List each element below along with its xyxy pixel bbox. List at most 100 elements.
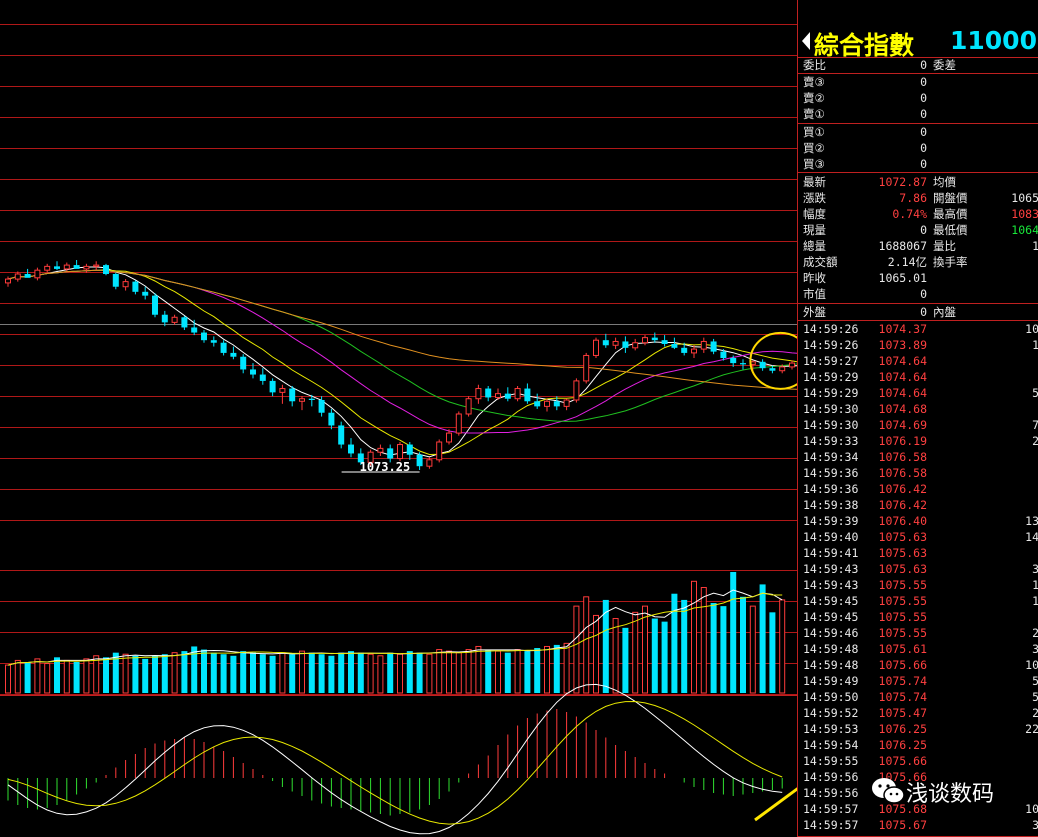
tick-volume: 2 (1032, 626, 1038, 640)
volume-bar (132, 655, 139, 693)
outer-trade-label: 外盤 (803, 305, 826, 319)
tick-volume: 1 (1032, 338, 1038, 352)
tick-row: 14:59:53 1076.25 22 (798, 721, 1038, 737)
volume-bar (348, 651, 354, 693)
volume-bar (210, 652, 217, 693)
candle-body (416, 454, 423, 467)
tick-time: 14:59:29 (803, 386, 859, 400)
ask-label: 賣① (803, 107, 825, 121)
tick-row: 14:59:29 1074.64 (798, 369, 1038, 385)
candle-body (5, 278, 11, 284)
candle-body (759, 361, 766, 369)
tick-price: 1074.69 (878, 418, 927, 432)
tick-volume: 3 (1032, 818, 1038, 832)
volume-bar (152, 655, 158, 693)
tick-volume: 10 (1025, 322, 1038, 336)
volume-bar (534, 648, 541, 693)
bid-row: 買② 0 (798, 140, 1038, 156)
candle-body (642, 337, 648, 344)
tick-row: 14:59:26 1073.89 1 (798, 337, 1038, 353)
tick-price: 1073.89 (878, 338, 927, 352)
candle-body (348, 444, 354, 454)
candle-body (63, 264, 70, 270)
quote-label-2: 最高價 (933, 207, 968, 221)
volume-bar (661, 621, 668, 693)
volume-bar (563, 642, 570, 694)
quote-value: 1072.87 (878, 175, 927, 189)
tick-volume: 1 (1032, 578, 1038, 592)
tick-volume: 7 (1032, 418, 1038, 432)
volume-bar (651, 618, 658, 693)
tick-time: 14:59:52 (803, 706, 859, 720)
volume-bar (416, 652, 423, 693)
bid-value: 0 (920, 141, 927, 155)
tick-time: 14:59:48 (803, 642, 859, 656)
volume-bar (504, 652, 511, 693)
volume-bar (103, 657, 109, 693)
quote-value: 1688067 (878, 239, 927, 253)
candle-body (700, 340, 707, 350)
tick-price: 1074.64 (878, 370, 927, 384)
candle-body (573, 380, 580, 401)
tick-price: 1075.66 (878, 754, 927, 768)
quote-value-2: 1065 (1011, 191, 1038, 205)
volume-bar (299, 650, 305, 694)
candle-body (593, 339, 599, 356)
quote-value: 2.14亿 (887, 255, 927, 269)
back-arrow-icon[interactable] (802, 32, 810, 50)
tick-time: 14:59:45 (803, 594, 859, 608)
candle-body (632, 342, 639, 349)
tick-volume: 5 (1032, 386, 1038, 400)
tick-time: 14:59:30 (803, 418, 859, 432)
tick-price: 1075.55 (878, 626, 927, 640)
wechat-icon (872, 778, 905, 804)
quote-row: 成交額 2.14亿 換手率 (798, 254, 1038, 270)
tick-price: 1076.58 (878, 466, 927, 480)
volume-bar (93, 655, 100, 694)
volume-bar (671, 593, 678, 693)
volume-bar (240, 651, 247, 693)
watermark: 浅谈数码 (870, 774, 1030, 808)
ask-row: 賣② 0 (798, 90, 1038, 106)
quote-value: 1065.01 (878, 271, 927, 285)
tick-price: 1075.63 (878, 562, 927, 576)
quote-value: 0.74% (892, 207, 927, 221)
volume-bar (681, 599, 688, 693)
tick-row: 14:59:43 1075.55 1 (798, 577, 1038, 593)
tick-price: 1075.63 (878, 546, 927, 560)
quote-value-2: 1064 (1011, 223, 1038, 237)
volume-bar (769, 612, 776, 693)
tick-time: 14:59:46 (803, 626, 859, 640)
chart-canvas: 1073.25 (0, 24, 797, 835)
volume-bar (269, 655, 276, 693)
tick-price: 1075.47 (878, 706, 927, 720)
candle-body (387, 448, 394, 459)
quote-label: 成交額 (803, 255, 838, 269)
pointer-arrow-icon (754, 787, 797, 822)
price-chart[interactable]: 1073.25 (0, 0, 797, 837)
candle-body (740, 363, 746, 365)
bid-row: 買① 0 (798, 124, 1038, 140)
volume-bar (406, 651, 413, 693)
quote-row: 現量 0 最低價 1064 (798, 222, 1038, 238)
volume-bar (485, 649, 492, 693)
candle-body (181, 317, 188, 328)
tick-volume: 1 (1032, 594, 1038, 608)
tick-time: 14:59:29 (803, 370, 859, 384)
candle-body (14, 273, 21, 280)
candle-body (661, 340, 668, 344)
tick-time: 14:59:57 (803, 802, 859, 816)
candle-body (328, 412, 335, 426)
tick-price: 1076.19 (878, 434, 927, 448)
volume-bar (63, 659, 70, 694)
ask-row: 賣① 0 (798, 106, 1038, 122)
volume-bar (201, 649, 207, 693)
tick-row: 14:59:48 1075.66 10 (798, 657, 1038, 673)
volume-bar (397, 653, 403, 694)
tick-row: 14:59:36 1076.42 (798, 481, 1038, 497)
quote-label-2: 量比 (933, 239, 956, 253)
volume-bar (44, 663, 51, 694)
volume-bar (691, 580, 697, 694)
candle-body (779, 366, 786, 372)
tick-price: 1076.42 (878, 498, 927, 512)
